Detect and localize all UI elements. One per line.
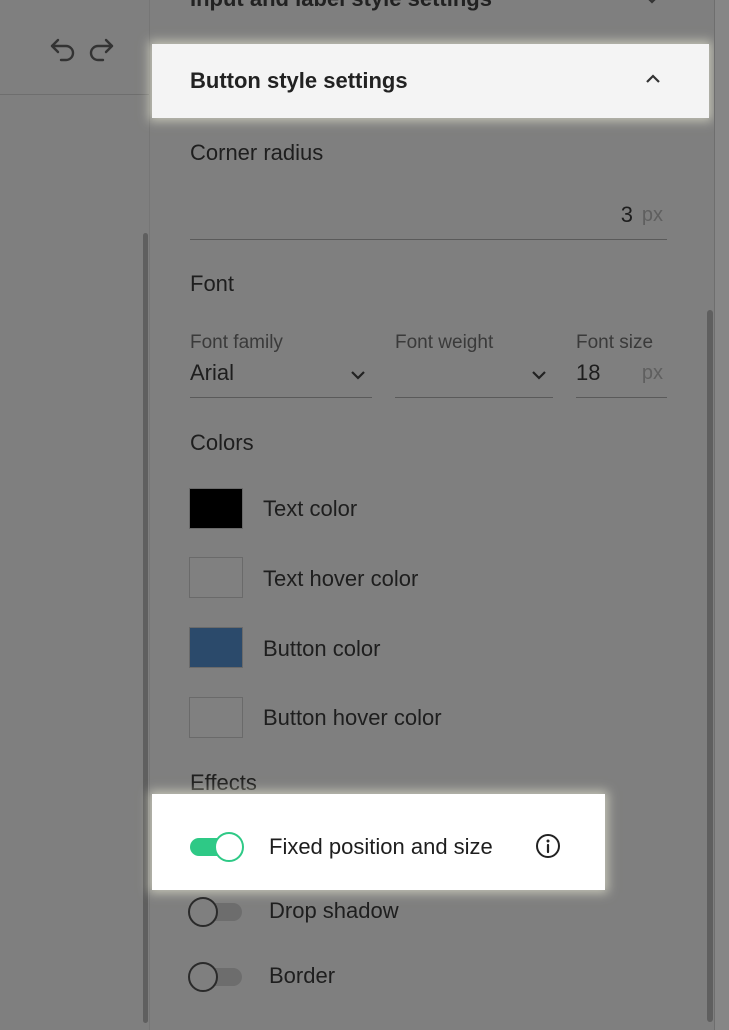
colors-heading: Colors [190, 430, 254, 455]
info-icon[interactable] [535, 833, 561, 859]
drop-shadow-label: Drop shadow [269, 898, 399, 923]
font-heading: Font [190, 271, 235, 296]
canvas-scrollbar[interactable] [143, 233, 148, 1023]
toggle-knob [188, 962, 218, 992]
font-family-select[interactable]: Arial [190, 358, 372, 398]
section-title: Button style settings [190, 68, 408, 93]
effects-heading: Effects [190, 770, 257, 795]
text-hover-color-swatch[interactable] [189, 557, 243, 598]
corner-radius-label: Corner radius [190, 140, 324, 165]
font-family-value: Arial [190, 360, 235, 385]
section-header-button-style[interactable]: Button style settings [152, 44, 709, 118]
font-size-label: Font size [576, 332, 654, 353]
font-weight-label: Font weight [395, 332, 494, 353]
toggle-knob [214, 832, 244, 862]
font-family-label: Font family [190, 332, 283, 353]
undo-icon[interactable] [48, 34, 78, 64]
fixed-position-toggle[interactable] [188, 832, 244, 862]
panel-scrollbar[interactable] [707, 310, 713, 1022]
chevron-down-icon [531, 368, 547, 386]
corner-radius-value: 3 [620, 202, 633, 227]
border-label: Border [269, 963, 336, 988]
chevron-up-icon[interactable] [645, 72, 661, 90]
canvas-area [0, 0, 150, 1030]
toggle-knob [188, 897, 218, 927]
redo-icon[interactable] [86, 34, 116, 64]
corner-radius-unit: px [641, 204, 663, 226]
chevron-down-icon [350, 368, 366, 386]
text-color-swatch[interactable] [189, 488, 243, 529]
font-size-unit: px [641, 362, 663, 384]
previous-section-title[interactable]: Input and label style settings [190, 0, 492, 12]
fixed-position-label: Fixed position and size [269, 834, 493, 859]
right-edge [714, 0, 729, 1030]
text-color-label: Text color [263, 496, 358, 521]
button-hover-color-label: Button hover color [263, 705, 442, 730]
drop-shadow-toggle[interactable] [188, 897, 244, 927]
editor-toolbar [0, 0, 150, 95]
corner-radius-input[interactable]: 3 px [190, 196, 667, 240]
button-hover-color-swatch[interactable] [189, 697, 243, 738]
chevron-down-icon[interactable] [644, 0, 660, 10]
border-toggle[interactable] [188, 962, 244, 992]
font-weight-select[interactable] [395, 358, 553, 398]
font-size-value: 18 [576, 360, 601, 385]
button-color-swatch[interactable] [189, 627, 243, 668]
text-hover-color-label: Text hover color [263, 566, 419, 591]
button-color-label: Button color [263, 636, 381, 661]
font-size-input[interactable]: 18 px [576, 358, 667, 398]
